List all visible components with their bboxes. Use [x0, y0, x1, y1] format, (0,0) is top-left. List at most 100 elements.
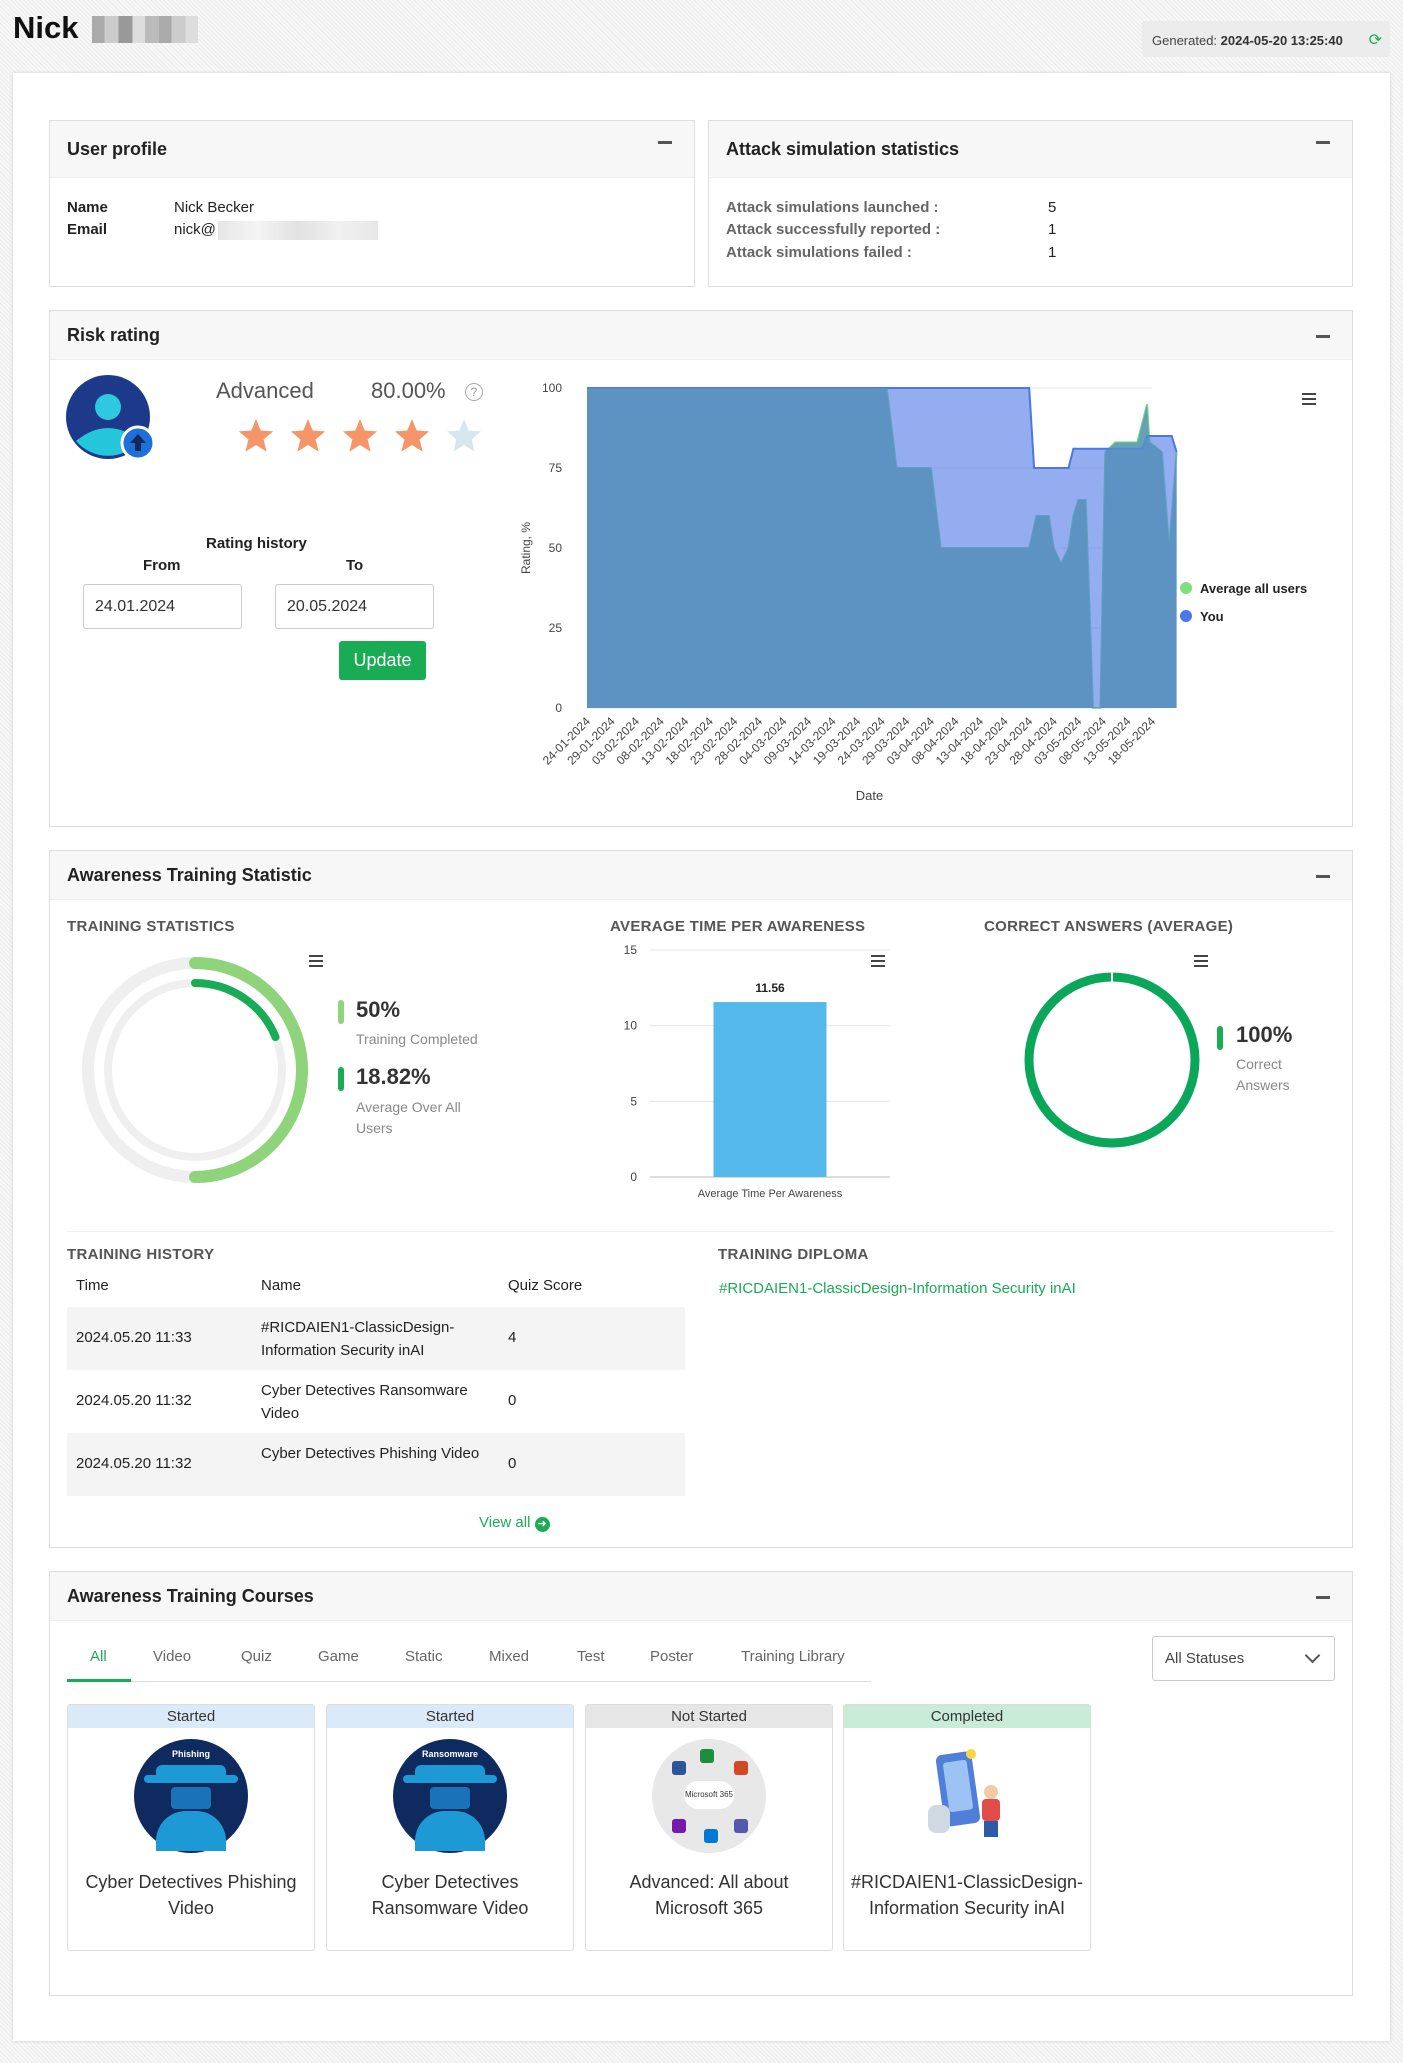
tab-video[interactable]: Video: [153, 1648, 191, 1665]
y-tick-label: 5: [630, 1094, 637, 1108]
average-label: Average Over All Users: [356, 1099, 461, 1136]
y-tick-label: 50: [549, 541, 563, 555]
tab-test[interactable]: Test: [577, 1648, 605, 1665]
correct-value: 100%: [1236, 1022, 1293, 1047]
course-card[interactable]: Started Ransomware Cyber Detectives Rans…: [326, 1704, 574, 1951]
star-icon: [342, 419, 378, 452]
user-profile-panel: User profile Name Nick Becker Email nick…: [49, 120, 695, 287]
collapse-icon[interactable]: [1316, 875, 1330, 878]
completed-value: 50%: [356, 997, 401, 1022]
redacted-email: [218, 221, 378, 240]
tab-all[interactable]: All: [90, 1648, 107, 1665]
course-title: Advanced: All about Microsoft 365: [629, 1872, 789, 1918]
panel-title: Awareness Training Statistic: [67, 865, 312, 885]
collapse-icon[interactable]: [1316, 141, 1330, 144]
star-icon: [394, 419, 430, 452]
help-icon[interactable]: ?: [465, 383, 483, 401]
diploma-title: TRAINING DIPLOMA: [718, 1246, 869, 1263]
course-card[interactable]: Completed #RICDAIEN1-ClassicDesign-Infor…: [843, 1704, 1091, 1951]
attack-failed-value: 1: [1048, 244, 1057, 261]
y-tick-label: 0: [555, 701, 562, 715]
attack-stats-panel: Attack simulation statistics Attack simu…: [708, 120, 1353, 287]
detective-ransomware-icon: Ransomware: [393, 1739, 507, 1853]
history-header-time: Time: [76, 1277, 109, 1294]
risk-level: Advanced: [216, 378, 314, 403]
chart-menu-icon[interactable]: [1302, 393, 1316, 405]
history-header-score: Quiz Score: [508, 1277, 583, 1294]
collapse-icon[interactable]: [1316, 1596, 1330, 1599]
correct-title: CORRECT ANSWERS (AVERAGE): [984, 918, 1234, 935]
row-name: Cyber Detectives Ransomware Video: [261, 1382, 468, 1422]
course-title: Cyber Detectives Phishing Video: [85, 1872, 297, 1918]
to-date-input[interactable]: [275, 584, 434, 629]
data-label: 11.56: [755, 981, 785, 995]
row-name: Cyber Detectives Phishing Video: [261, 1445, 480, 1462]
y-axis-label: Rating, %: [519, 522, 533, 574]
collapse-icon[interactable]: [1316, 335, 1330, 338]
star-icon: [238, 419, 274, 452]
row-score: 0: [508, 1392, 517, 1409]
tab-static[interactable]: Static: [405, 1648, 443, 1665]
y-tick-label: 25: [549, 621, 563, 635]
course-card[interactable]: Not Started Microsoft 365 Advanced: All …: [585, 1704, 833, 1951]
avg-time-title: AVERAGE TIME PER AWARENESS: [610, 918, 866, 935]
panel-title: Attack simulation statistics: [726, 139, 960, 159]
x-axis-label: Date: [856, 788, 883, 803]
detective-phishing-icon: Phishing: [134, 1739, 248, 1853]
chart-menu-icon[interactable]: [1194, 955, 1208, 967]
refresh-icon[interactable]: ⟳: [1369, 30, 1382, 50]
divider: [67, 1231, 1335, 1232]
attack-launched-value: 5: [1048, 199, 1057, 216]
view-all-label: View all: [479, 1514, 531, 1531]
microsoft-365-icon: Microsoft 365: [652, 1739, 766, 1853]
bar: [713, 1002, 827, 1177]
panel-title: User profile: [67, 139, 168, 159]
training-stats-title: TRAINING STATISTICS: [67, 918, 235, 935]
page-title: Nick: [13, 10, 79, 45]
table-row: 2024.05.20 11:32 Cyber Detectives Ransom…: [67, 1370, 685, 1433]
tab-quiz[interactable]: Quiz: [241, 1648, 272, 1665]
redacted-surname: [92, 16, 198, 43]
y-tick-label: 100: [542, 381, 562, 395]
generated-value: 2024-05-20 13:25:40: [1220, 33, 1343, 48]
legend-marker: [1180, 582, 1192, 594]
history-header-name: Name: [261, 1277, 302, 1294]
tab-poster[interactable]: Poster: [650, 1648, 693, 1665]
generated-box: Generated: 2024-05-20 13:25:40 ⟳: [1142, 21, 1390, 57]
y-tick-label: 15: [624, 943, 638, 957]
x-tick-label: Average Time Per Awareness: [698, 1188, 843, 1200]
name-label: Name: [67, 199, 108, 216]
collapse-icon[interactable]: [658, 141, 672, 144]
panel-title: Risk rating: [67, 325, 161, 345]
course-status: Completed: [844, 1705, 1090, 1728]
tab-training-library[interactable]: Training Library: [741, 1648, 845, 1665]
security-illustration-icon: [922, 1749, 1014, 1841]
training-progress-ring: [82, 957, 308, 1183]
correct-marker: [1217, 1026, 1223, 1050]
tab-game[interactable]: Game: [318, 1648, 359, 1665]
course-title: #RICDAIEN1-ClassicDesign-Information Sec…: [850, 1872, 1084, 1918]
attack-reported-value: 1: [1048, 221, 1057, 238]
status-filter-select[interactable]: All Statuses: [1152, 1636, 1335, 1681]
row-name: #RICDAIEN1-ClassicDesign-Information Sec…: [261, 1319, 455, 1359]
legend-marker: [1180, 610, 1192, 622]
y-tick-label: 10: [624, 1019, 638, 1033]
update-button[interactable]: Update: [339, 641, 426, 680]
course-card[interactable]: Started Phishing Cyber Detectives Phishi…: [67, 1704, 315, 1951]
tabs-underline: [67, 1681, 871, 1682]
correct-label: Correct Answers: [1236, 1056, 1290, 1093]
legend-label: You: [1200, 609, 1224, 624]
course-status: Not Started: [586, 1705, 832, 1728]
tab-mixed[interactable]: Mixed: [489, 1648, 529, 1665]
row-score: 4: [508, 1329, 517, 1346]
arrow-right-icon: ➜: [534, 1517, 550, 1532]
diploma-link[interactable]: #RICDAIEN1-ClassicDesign-Information Sec…: [719, 1280, 1076, 1297]
name-value: Nick Becker: [174, 199, 255, 216]
risk-rating-chart: 0255075100Rating, %Date24-01-202429-01-2…: [519, 381, 1307, 803]
completed-label: Training Completed: [356, 1031, 478, 1047]
average-value: 18.82%: [356, 1064, 431, 1089]
legend-label: Average all users: [1200, 581, 1307, 596]
view-all-link[interactable]: View all ➜: [479, 1514, 550, 1532]
attack-launched-label: Attack simulations launched :: [726, 199, 939, 216]
from-date-input[interactable]: [83, 584, 242, 629]
